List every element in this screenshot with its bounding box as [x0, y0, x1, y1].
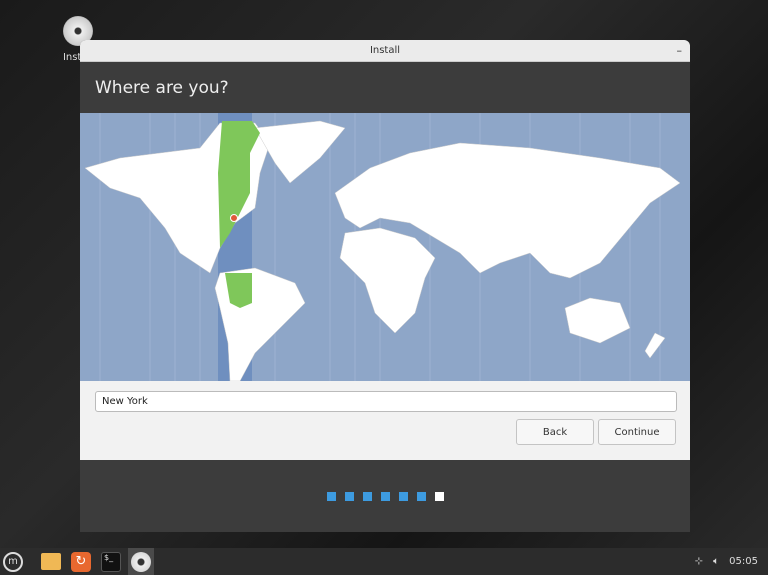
- location-pin-icon: [230, 214, 238, 222]
- installer-window: Install – Where are you? New York Back C…: [80, 40, 690, 532]
- firefox-icon[interactable]: ↻: [68, 548, 94, 575]
- progress-dots: [80, 460, 690, 532]
- title-bar[interactable]: Install –: [80, 40, 690, 62]
- minimize-button[interactable]: –: [677, 40, 683, 62]
- progress-dot: [380, 491, 390, 501]
- progress-dot: [326, 491, 336, 501]
- progress-dot: [398, 491, 408, 501]
- timezone-map[interactable]: [80, 113, 690, 381]
- progress-dot: [344, 491, 354, 501]
- installer-taskbar-icon[interactable]: [128, 548, 154, 575]
- terminal-icon[interactable]: $_: [98, 548, 124, 575]
- back-button[interactable]: Back: [516, 419, 594, 445]
- clock[interactable]: 05:05: [729, 556, 758, 567]
- window-title: Install: [369, 45, 401, 56]
- volume-icon[interactable]: 🔈︎: [713, 556, 719, 567]
- system-tray: ⊹ 🔈︎ 05:05: [695, 548, 758, 575]
- progress-dot: [362, 491, 372, 501]
- taskbar: m ↻ $_ ⊹ 🔈︎ 05:05: [0, 548, 768, 575]
- continue-button[interactable]: Continue: [598, 419, 676, 445]
- location-input[interactable]: [95, 391, 677, 412]
- location-panel: Back Continue: [80, 381, 690, 460]
- files-icon[interactable]: [38, 548, 64, 575]
- progress-dot: [416, 491, 426, 501]
- page-title: Where are you?: [80, 62, 690, 113]
- mint-menu-icon[interactable]: m: [0, 548, 26, 575]
- network-icon[interactable]: ⊹: [695, 556, 703, 567]
- progress-dot-current: [434, 491, 444, 501]
